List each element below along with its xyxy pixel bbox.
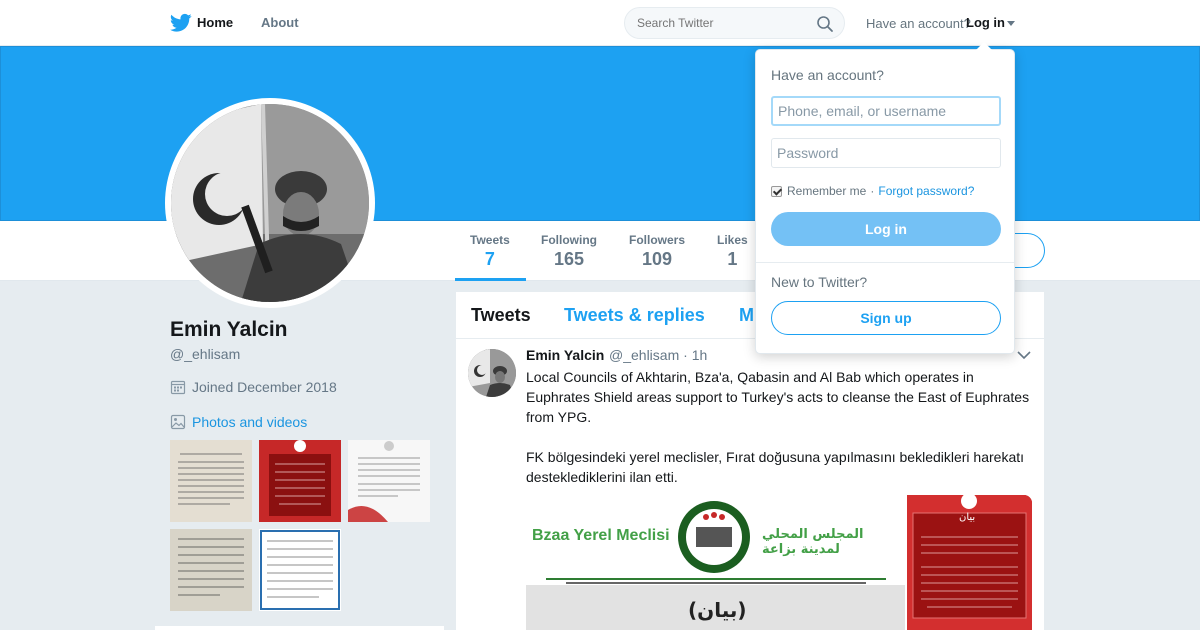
chevron-down-icon[interactable]	[1017, 350, 1031, 360]
photo-icon	[170, 414, 186, 430]
stat-tweets[interactable]: Tweets 7	[470, 233, 510, 270]
media-statement-caption: (بيان)	[688, 598, 747, 622]
media-arabic-caption: المجلس المحلي لمدينة بزاعة	[762, 527, 864, 557]
thumbnail-image	[259, 529, 341, 611]
thumbnail-image	[170, 529, 252, 611]
remember-me-row: Remember me · Forgot password?	[771, 184, 974, 198]
thumbnail-image	[170, 440, 252, 522]
profile-name[interactable]: Emin Yalcin	[170, 318, 288, 342]
tab-media[interactable]: M	[739, 305, 754, 326]
stat-value: 7	[484, 249, 495, 269]
sidebar-module-edge	[155, 626, 444, 630]
nav-home-link[interactable]: Home	[197, 15, 233, 30]
stat-label: Tweets	[470, 233, 510, 247]
stat-value: 109	[641, 249, 673, 269]
remember-me-label[interactable]: Remember me	[787, 184, 866, 198]
tweet-media-image[interactable]: بيان	[907, 495, 1032, 630]
nav-about-link[interactable]: About	[261, 15, 299, 30]
stat-value: 1	[727, 249, 738, 269]
tweet-separator: ·	[683, 347, 688, 363]
divider	[756, 262, 1014, 263]
profile-handle[interactable]: @_ehlisam	[170, 346, 240, 362]
profile-avatar[interactable]	[165, 98, 375, 308]
active-stat-underline	[455, 278, 526, 281]
have-account-text: Have an account?	[866, 16, 971, 31]
tweet-text-turkish: FK bölgesindeki yerel meclisler, Fırat d…	[526, 449, 1025, 485]
photos-link-label: Photos and videos	[192, 414, 308, 430]
joined-date: Joined December 2018	[170, 379, 337, 395]
tweet-media-image[interactable]: Bzaa Yerel Meclisi المجلس المحلي لمدينة …	[526, 495, 905, 630]
forgot-password-link[interactable]: Forgot password?	[878, 184, 974, 198]
tweet-author-handle-time[interactable]: @_ehlisam · 1h	[609, 347, 707, 363]
avatar-image	[171, 104, 369, 302]
tweet-timestamp[interactable]: 1h	[692, 347, 708, 363]
search-box[interactable]	[624, 7, 845, 39]
username-field[interactable]	[771, 96, 1001, 126]
calendar-icon	[170, 380, 186, 395]
tab-tweets[interactable]: Tweets	[471, 305, 531, 326]
remember-me-checkbox[interactable]	[771, 185, 782, 197]
thumbnail-image	[259, 440, 341, 522]
media-thumbnail[interactable]	[170, 440, 252, 522]
stat-following[interactable]: Following 165	[541, 233, 597, 270]
stat-likes[interactable]: Likes 1	[717, 233, 748, 270]
top-nav-bar: Home About Have an account? Log in	[0, 0, 1200, 46]
tweet-author-name[interactable]: Emin Yalcin	[526, 347, 604, 363]
tweet-handle: @_ehlisam	[609, 347, 680, 363]
avatar-image	[468, 349, 516, 397]
media-thumbnail[interactable]	[348, 440, 430, 522]
search-input[interactable]	[637, 16, 807, 30]
media-thumbnail[interactable]	[259, 440, 341, 522]
search-icon[interactable]	[816, 15, 834, 33]
login-dropdown-toggle[interactable]: Log in	[966, 15, 1015, 30]
new-to-twitter-text: New to Twitter?	[771, 274, 868, 290]
login-dropdown-title: Have an account?	[771, 67, 884, 83]
thumbnail-image	[348, 440, 430, 522]
signup-button[interactable]: Sign up	[771, 301, 1001, 335]
password-field[interactable]	[771, 138, 1001, 168]
stat-followers[interactable]: Followers 109	[629, 233, 685, 270]
caret-down-icon	[1007, 21, 1015, 27]
tweet-text: Local Councils of Akhtarin, Bza'a, Qabas…	[526, 367, 1036, 487]
media-thumbnail[interactable]	[170, 529, 252, 611]
tweet-author-avatar[interactable]	[468, 349, 516, 397]
stat-value: 165	[553, 249, 585, 269]
login-button[interactable]: Log in	[771, 212, 1001, 246]
stat-label: Likes	[717, 233, 748, 247]
media-latin-caption: Bzaa Yerel Meclisi	[532, 527, 670, 544]
twitter-bird-icon[interactable]	[170, 13, 192, 33]
stat-label: Following	[541, 233, 597, 247]
joined-text: Joined December 2018	[192, 379, 337, 395]
tweet-text-english: Local Councils of Akhtarin, Bza'a, Qabas…	[526, 369, 1030, 425]
media-thumbnail[interactable]	[259, 529, 341, 611]
separator-dot: ·	[870, 184, 875, 198]
stat-label: Followers	[629, 233, 686, 247]
photos-videos-link[interactable]: Photos and videos	[170, 414, 307, 430]
tab-tweets-replies[interactable]: Tweets & replies	[564, 305, 705, 326]
login-dropdown: Have an account? Remember me · Forgot pa…	[755, 42, 1015, 354]
avatar-photo	[171, 104, 369, 302]
login-toggle-label: Log in	[966, 15, 1005, 30]
media-right-header: بيان	[959, 512, 976, 523]
